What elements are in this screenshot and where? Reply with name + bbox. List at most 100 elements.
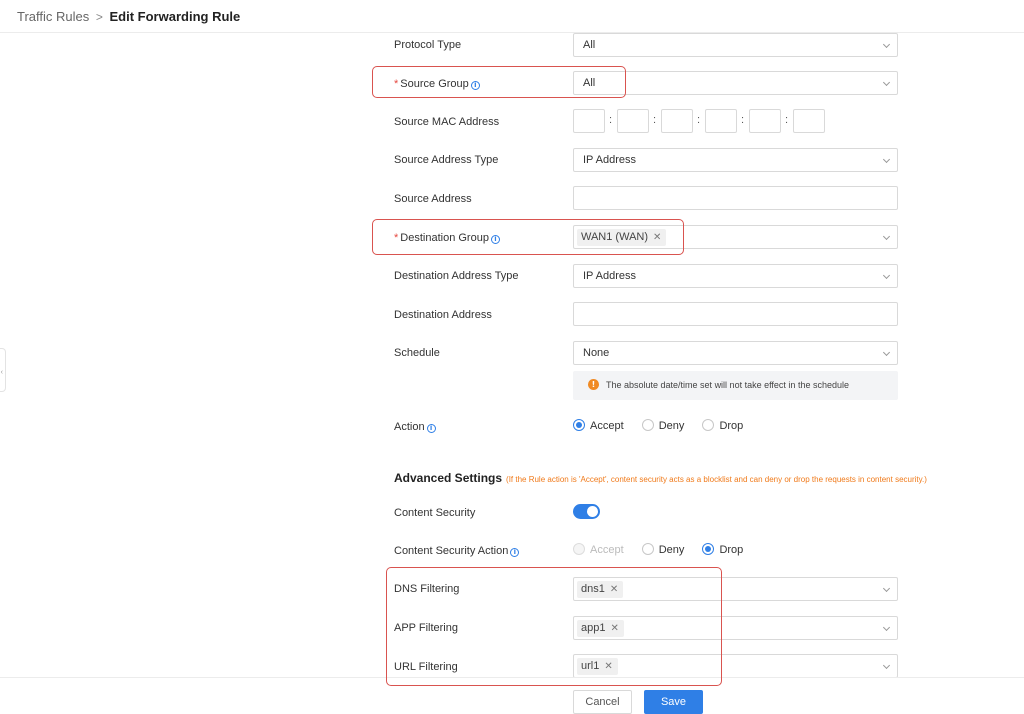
dns-filtering-tag: dns1 ✕ [577, 581, 624, 598]
destination-address-label: Destination Address [394, 309, 492, 321]
close-icon[interactable]: ✕ [610, 623, 618, 634]
mac-separator: : [653, 114, 657, 126]
schedule-notice-text: The absolute date/time set will not take… [606, 380, 849, 390]
source-address-input[interactable] [573, 186, 898, 210]
mac-separator: : [785, 114, 789, 126]
advanced-settings-note: (If the Rule action is 'Accept', content… [506, 475, 927, 484]
cs-action-radio-drop[interactable]: Drop [702, 543, 743, 556]
schedule-value: None [583, 347, 610, 359]
advanced-settings-title: Advanced Settings [394, 471, 503, 485]
dns-filtering-tag-label: dns1 [581, 583, 605, 595]
chevron-down-icon [882, 348, 891, 357]
source-group-value: All [583, 77, 596, 89]
app-filtering-tag: app1 ✕ [577, 620, 624, 637]
app-filtering-label: APP Filtering [394, 622, 458, 634]
mac-octet-2-input[interactable] [617, 109, 649, 133]
radio-label: Drop [719, 544, 744, 556]
action-label-text: Action [394, 421, 425, 433]
dns-filtering-select[interactable]: dns1 ✕ [573, 577, 898, 601]
mac-octet-5-input[interactable] [749, 109, 781, 133]
radio-label: Deny [658, 544, 685, 556]
chevron-down-icon [882, 661, 891, 670]
radio-checked-icon [573, 419, 585, 431]
url-filtering-tag-label: url1 [581, 660, 600, 672]
radio-label: Deny [658, 420, 685, 432]
protocol-type-label: Protocol Type [394, 39, 462, 51]
mac-octet-4-input[interactable] [705, 109, 737, 133]
url-filtering-select[interactable]: url1 ✕ [573, 654, 898, 678]
chevron-down-icon [882, 271, 891, 280]
mac-octet-6-input[interactable] [793, 109, 825, 133]
cs-action-radio-deny[interactable]: Deny [641, 543, 685, 556]
advanced-settings-heading: Advanced Settings (If the Rule action is … [394, 469, 927, 487]
chevron-down-icon [882, 584, 891, 593]
destination-group-label-text: Destination Group [400, 232, 489, 244]
action-radio-deny[interactable]: Deny [641, 419, 685, 432]
source-address-label: Source Address [394, 193, 472, 205]
warning-circle-icon: ! [588, 379, 599, 390]
chevron-down-icon [882, 78, 891, 87]
protocol-type-select[interactable]: All [573, 33, 898, 57]
sidebar-collapse-handle[interactable]: ‹ [0, 348, 6, 392]
radio-unchecked-icon [641, 419, 654, 431]
schedule-notice: ! The absolute date/time set will not ta… [573, 371, 898, 400]
breadcrumb-separator-icon: > [95, 10, 103, 24]
page-header: Traffic Rules > Edit Forwarding Rule [0, 0, 1024, 33]
breadcrumb-traffic-rules-link[interactable]: Traffic Rules [17, 9, 89, 24]
destination-address-type-select[interactable]: IP Address [573, 264, 898, 288]
schedule-select[interactable]: None [573, 341, 898, 365]
content-security-action-label: Content Security Action i [394, 544, 520, 558]
mac-separator: : [741, 114, 745, 126]
radio-checked-icon [702, 543, 715, 555]
radio-disabled-icon [573, 543, 585, 555]
radio-unchecked-icon [641, 543, 654, 555]
info-circle-icon[interactable]: i [490, 235, 500, 244]
mac-octet-3-input[interactable] [661, 109, 693, 133]
mac-octet-1-input[interactable] [573, 109, 605, 133]
destination-address-input[interactable] [573, 302, 898, 326]
required-mark: * [394, 232, 399, 244]
toggle-knob [587, 506, 598, 517]
app-filtering-select[interactable]: app1 ✕ [573, 616, 898, 640]
info-circle-icon[interactable]: i [510, 548, 520, 557]
chevron-down-icon [882, 40, 891, 49]
page-title: Edit Forwarding Rule [109, 9, 241, 24]
breadcrumb: Traffic Rules > Edit Forwarding Rule [17, 9, 240, 24]
source-group-select[interactable]: All [573, 71, 898, 95]
chevron-down-icon [882, 623, 891, 632]
source-mac-label: Source MAC Address [394, 116, 500, 128]
content-security-toggle[interactable] [573, 504, 600, 519]
protocol-type-value: All [583, 39, 596, 51]
radio-unchecked-icon [702, 419, 715, 431]
destination-address-type-label: Destination Address Type [394, 270, 519, 282]
dns-filtering-label: DNS Filtering [394, 583, 460, 595]
action-radio-drop[interactable]: Drop [702, 419, 743, 432]
radio-label: Drop [719, 420, 744, 432]
destination-group-label: * Destination Group i [394, 231, 500, 245]
mac-separator: : [697, 114, 701, 126]
source-address-type-select[interactable]: IP Address [573, 148, 898, 172]
destination-group-select[interactable]: WAN1 (WAN) ✕ [573, 225, 898, 249]
action-radio-accept[interactable]: Accept [573, 419, 624, 432]
source-group-label-text: Source Group [400, 78, 469, 90]
close-icon[interactable]: ✕ [653, 232, 661, 243]
radio-label: Accept [590, 544, 624, 556]
close-icon[interactable]: ✕ [604, 661, 612, 672]
info-circle-icon[interactable]: i [470, 81, 480, 90]
url-filtering-label: URL Filtering [394, 661, 458, 673]
content-security-action-radio-group: Accept Deny Drop [573, 543, 758, 559]
action-label: Action i [394, 420, 436, 434]
radio-label: Accept [590, 420, 624, 432]
save-button[interactable]: Save [644, 690, 703, 714]
source-address-type-value: IP Address [583, 154, 636, 166]
destination-address-type-value: IP Address [583, 270, 636, 282]
source-group-label: * Source Group i [394, 77, 480, 91]
close-icon[interactable]: ✕ [610, 584, 618, 595]
mac-separator: : [609, 114, 613, 126]
required-mark: * [394, 78, 399, 90]
info-circle-icon[interactable]: i [426, 424, 436, 433]
chevron-down-icon [882, 232, 891, 241]
cancel-button[interactable]: Cancel [573, 690, 632, 714]
chevron-down-icon [882, 155, 891, 164]
schedule-label: Schedule [394, 347, 440, 359]
